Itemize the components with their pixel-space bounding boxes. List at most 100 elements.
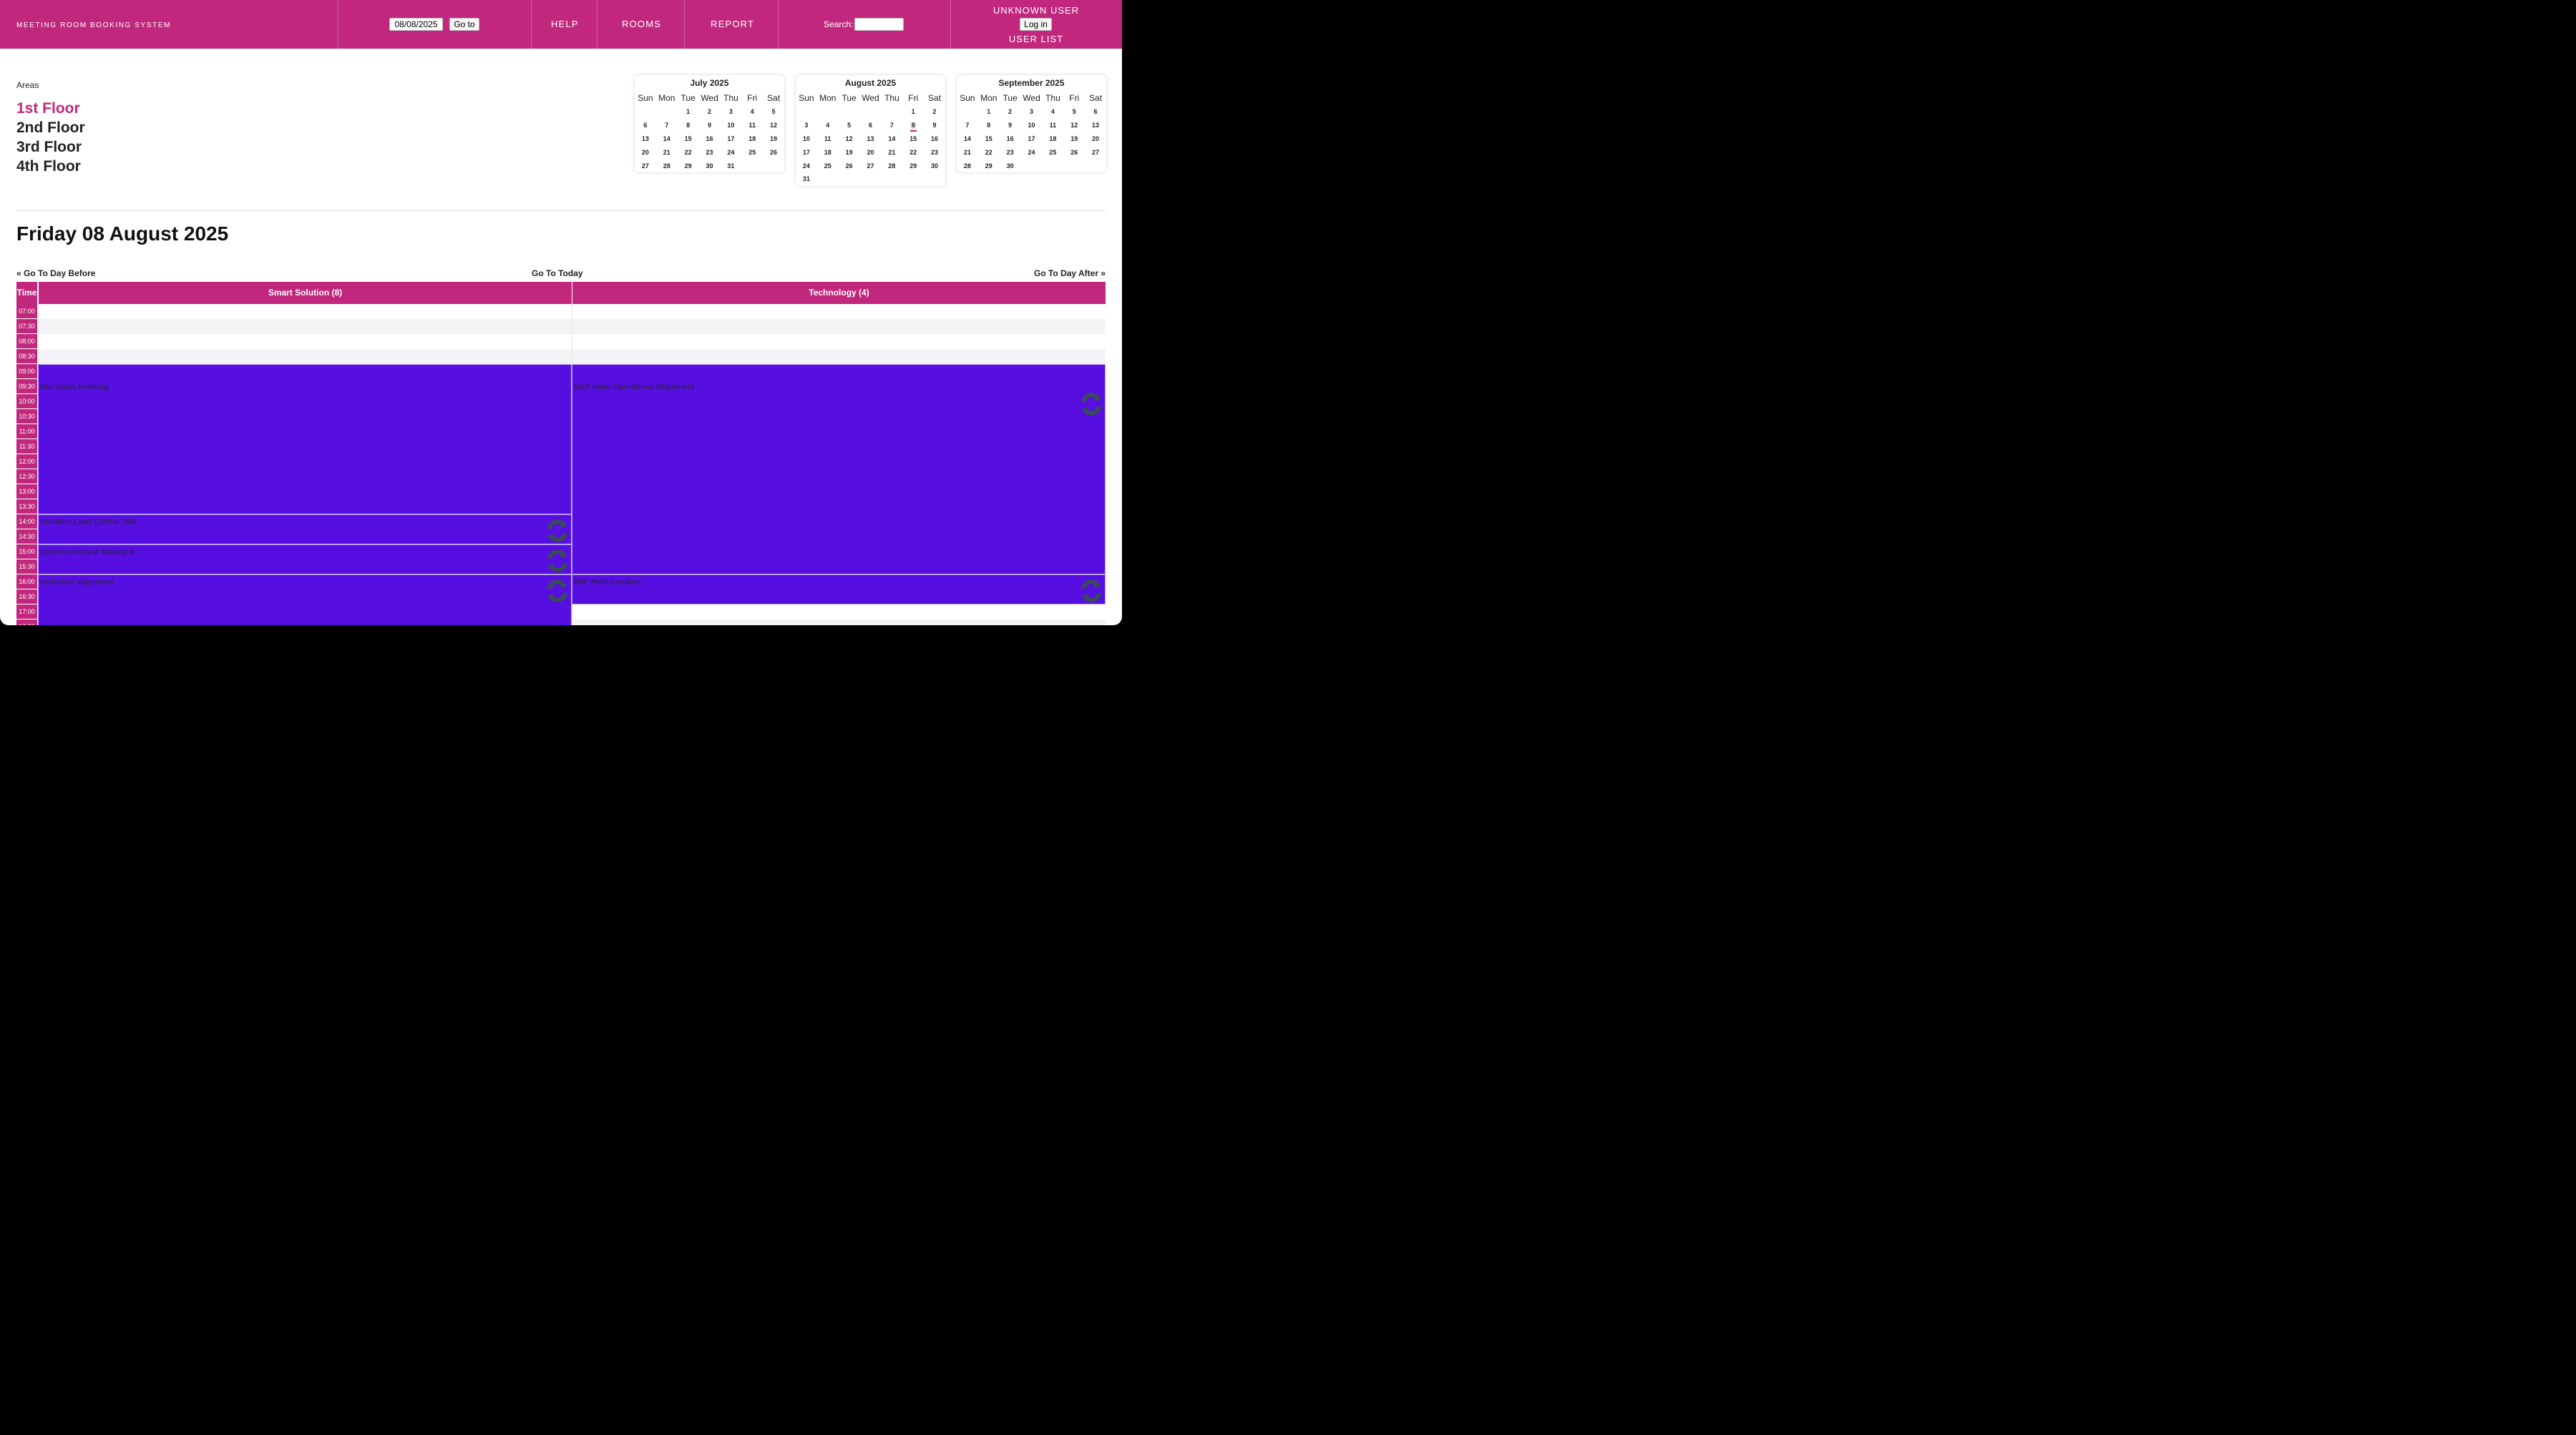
calendar-day[interactable]: 29 (678, 159, 699, 172)
booking-title[interactable]: WIP PMO Leaders (574, 578, 641, 587)
booking-title[interactable]: Solution Lead Coffee Talk (40, 518, 136, 527)
slot-cell[interactable] (572, 304, 1106, 319)
calendar-day[interactable]: 31 (721, 159, 742, 172)
calendar-day[interactable]: 31 (796, 172, 817, 186)
calendar-day[interactable]: 6 (635, 119, 656, 132)
calendar-day[interactable]: 22 (978, 145, 1000, 159)
time-label[interactable]: 12:00 (16, 454, 37, 469)
calendar-day[interactable]: 17 (796, 145, 817, 159)
slot-cell[interactable] (572, 319, 1106, 334)
calendar-day[interactable]: 30 (924, 159, 945, 172)
booking-title[interactable]: System Analyst Weekly B (40, 548, 135, 557)
user-list-link[interactable]: USER LIST (950, 34, 1122, 44)
calendar-day[interactable]: 29 (902, 159, 924, 172)
calendar-day[interactable]: 1 (678, 105, 699, 119)
time-label[interactable]: 16:00 (16, 574, 37, 589)
calendar-day[interactable]: 7 (957, 119, 978, 132)
calendar-day[interactable]: 26 (839, 159, 860, 172)
calendar-day[interactable]: 14 (882, 132, 903, 146)
area-1st-floor[interactable]: 1st Floor (16, 100, 80, 117)
date-input[interactable]: 08/08/2025 (389, 18, 443, 31)
time-label[interactable]: 11:00 (16, 424, 37, 439)
today-link[interactable]: Go To Today (532, 268, 583, 278)
calendar-day[interactable]: 9 (1000, 119, 1021, 132)
calendar-day[interactable]: 21 (656, 145, 678, 159)
calendar-day[interactable]: 10 (1021, 119, 1043, 132)
time-label[interactable]: 09:30 (16, 379, 37, 394)
calendar-day[interactable]: 20 (860, 145, 882, 159)
booking-block[interactable]: WIP PMO Leaders (572, 574, 1106, 604)
calendar-day[interactable]: 3 (796, 119, 817, 132)
calendar-day[interactable]: 18 (817, 145, 839, 159)
calendar-day[interactable]: 28 (656, 159, 678, 172)
calendar-day[interactable]: 19 (763, 132, 784, 146)
calendar-day[interactable]: 18 (741, 132, 763, 146)
calendar-day[interactable]: 11 (817, 132, 839, 146)
calendar-day[interactable]: 6 (1085, 105, 1106, 119)
calendar-day[interactable]: 1 (902, 105, 924, 119)
calendar-day[interactable]: 1 (978, 105, 1000, 119)
calendar-day[interactable]: 26 (763, 145, 784, 159)
calendar-day[interactable]: 30 (1000, 159, 1021, 172)
slot-cell[interactable] (38, 349, 572, 364)
room-header-technology[interactable]: Technology (4) (572, 282, 1106, 304)
calendar-day[interactable]: 15 (978, 132, 1000, 146)
time-label[interactable]: 10:00 (16, 394, 37, 409)
calendar-day[interactable]: 9 (924, 119, 945, 132)
calendar-day[interactable]: 14 (957, 132, 978, 146)
calendar-day[interactable]: 2 (924, 105, 945, 119)
time-label[interactable]: 11:30 (16, 439, 37, 454)
calendar-day[interactable]: 2 (1000, 105, 1021, 119)
calendar-day[interactable]: 25 (817, 159, 839, 172)
slot-cell[interactable] (572, 349, 1106, 364)
calendar-day[interactable]: 19 (839, 145, 860, 159)
booking-block[interactable]: System Analyst Weekly B (38, 544, 572, 574)
calendar-day[interactable]: 3 (721, 105, 742, 119)
calendar-day[interactable]: 27 (860, 159, 882, 172)
time-label[interactable]: 14:00 (16, 514, 37, 529)
time-label[interactable]: 08:00 (16, 334, 37, 349)
calendar-day[interactable]: 4 (1043, 105, 1064, 119)
calendar-day[interactable]: 2 (699, 105, 721, 119)
time-label[interactable]: 15:00 (16, 544, 37, 559)
calendar-day[interactable]: 21 (882, 145, 903, 159)
time-label[interactable]: 12:30 (16, 469, 37, 484)
calendar-day[interactable]: 25 (1043, 145, 1064, 159)
next-day-link[interactable]: Go To Day After » (1034, 268, 1106, 278)
calendar-day[interactable]: 23 (1000, 145, 1021, 159)
time-label[interactable]: 10:30 (16, 409, 37, 424)
time-label[interactable]: 16:30 (16, 589, 37, 604)
calendar-day[interactable]: 24 (796, 159, 817, 172)
calendar-day[interactable]: 13 (860, 132, 882, 146)
booking-block[interactable]: Nur Zazin booking (38, 364, 572, 514)
time-label[interactable]: 07:00 (16, 304, 37, 319)
area-2nd-floor[interactable]: 2nd Floor (16, 119, 85, 137)
calendar-day[interactable]: 9 (699, 119, 721, 132)
time-label[interactable]: 15:30 (16, 559, 37, 574)
calendar-day[interactable]: 15 (902, 132, 924, 146)
calendar-day[interactable]: 20 (1085, 132, 1106, 146)
calendar-day[interactable]: 25 (741, 145, 763, 159)
time-label[interactable]: 07:30 (16, 319, 37, 334)
area-4th-floor[interactable]: 4th Floor (16, 158, 81, 175)
calendar-day[interactable]: 27 (635, 159, 656, 172)
calendar-day[interactable]: 7 (882, 119, 903, 132)
time-label[interactable]: 17:30 (16, 619, 37, 625)
nav-help[interactable]: HELP (551, 19, 579, 29)
room-header-smart-solution[interactable]: Smart Solution (8) (38, 282, 572, 304)
calendar-day[interactable]: 14 (656, 132, 678, 146)
nav-rooms[interactable]: ROOMS (622, 19, 661, 29)
calendar-day[interactable]: 28 (957, 159, 978, 172)
calendar-day[interactable]: 11 (1043, 119, 1064, 132)
calendar-day[interactable]: 15 (678, 132, 699, 146)
calendar-day[interactable]: 16 (1000, 132, 1021, 146)
calendar-day[interactable]: 3 (1021, 105, 1043, 119)
calendar-day[interactable]: 4 (817, 119, 839, 132)
time-label[interactable]: 14:30 (16, 529, 37, 544)
calendar-day[interactable]: 5 (763, 105, 784, 119)
calendar-day[interactable]: 24 (1021, 145, 1043, 159)
slot-cell[interactable] (572, 334, 1106, 349)
calendar-day[interactable]: 17 (1021, 132, 1043, 146)
booking-block[interactable]: technical alignment (38, 574, 572, 625)
time-label[interactable]: 13:00 (16, 484, 37, 499)
